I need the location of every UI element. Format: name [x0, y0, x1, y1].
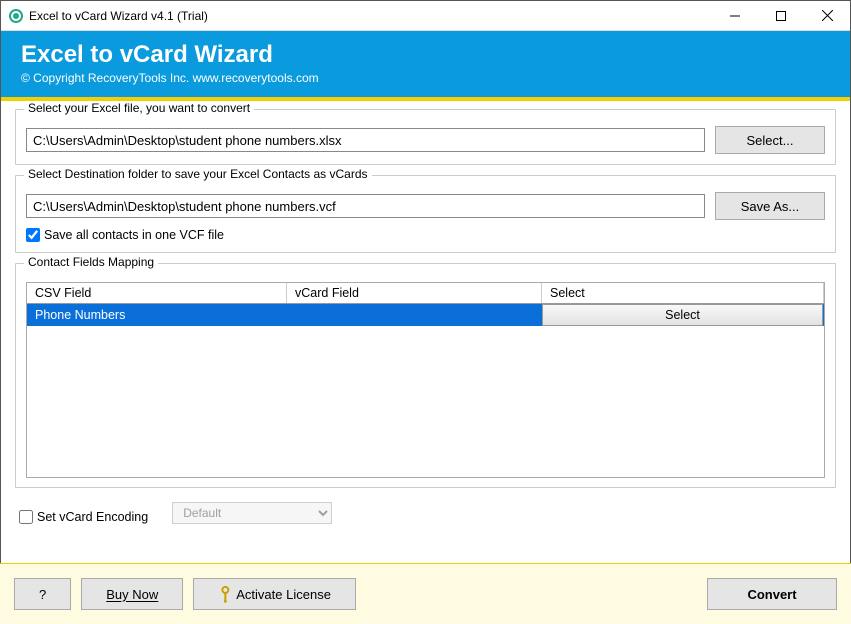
source-legend: Select your Excel file, you want to conv… [24, 101, 254, 115]
minimize-button[interactable] [712, 1, 758, 31]
close-button[interactable] [804, 1, 850, 31]
column-header-select[interactable]: Select [542, 283, 824, 303]
convert-button[interactable]: Convert [707, 578, 837, 610]
save-all-checkbox[interactable] [26, 228, 40, 242]
encoding-select[interactable]: Default [172, 502, 332, 524]
source-path-input[interactable] [26, 128, 705, 152]
destination-legend: Select Destination folder to save your E… [24, 167, 372, 181]
save-all-label: Save all contacts in one VCF file [44, 228, 224, 242]
column-header-vcard[interactable]: vCard Field [287, 283, 542, 303]
source-group: Select your Excel file, you want to conv… [15, 109, 836, 165]
table-row[interactable]: Phone Numbers Select [27, 304, 824, 326]
key-icon [215, 584, 236, 605]
app-icon [9, 9, 23, 23]
csv-field-cell: Phone Numbers [27, 304, 287, 326]
activate-license-button[interactable]: Activate License [193, 578, 356, 610]
mapping-group: Contact Fields Mapping CSV Field vCard F… [15, 263, 836, 488]
mapping-legend: Contact Fields Mapping [24, 255, 158, 269]
select-source-button[interactable]: Select... [715, 126, 825, 154]
app-title: Excel to vCard Wizard [21, 41, 830, 69]
mapping-grid: CSV Field vCard Field Select Phone Numbe… [26, 282, 825, 478]
encoding-checkbox[interactable] [19, 510, 33, 524]
maximize-button[interactable] [758, 1, 804, 31]
window-title: Excel to vCard Wizard v4.1 (Trial) [29, 9, 712, 23]
destination-path-input[interactable] [26, 194, 705, 218]
row-select-button[interactable]: Select [542, 304, 823, 326]
save-as-button[interactable]: Save As... [715, 192, 825, 220]
footer-bar: ? Buy Now Activate License Convert [0, 563, 851, 624]
encoding-label: Set vCard Encoding [37, 510, 148, 524]
activate-label: Activate License [236, 587, 331, 602]
column-header-csv[interactable]: CSV Field [27, 283, 287, 303]
copyright-text: © Copyright RecoveryTools Inc. www.recov… [21, 71, 830, 85]
destination-group: Select Destination folder to save your E… [15, 175, 836, 253]
vcard-field-cell [287, 304, 542, 326]
title-bar: Excel to vCard Wizard v4.1 (Trial) [1, 1, 850, 31]
buy-now-button[interactable]: Buy Now [81, 578, 183, 610]
help-button[interactable]: ? [14, 578, 71, 610]
header-banner: Excel to vCard Wizard © Copyright Recove… [1, 31, 850, 97]
